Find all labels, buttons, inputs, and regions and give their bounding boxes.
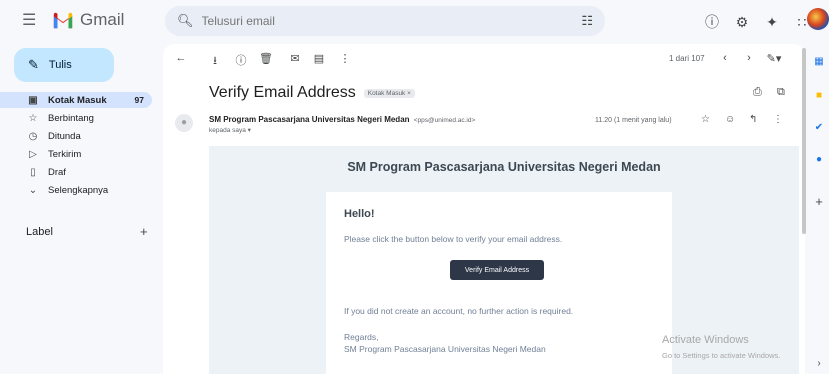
draft-icon: ▯ [30,166,36,178]
tasks-icon[interactable]: ✔ [813,122,825,133]
delete-icon[interactable]: 🗑︎ [259,52,273,65]
help-icon[interactable]: ⓘ [704,12,720,32]
keep-icon[interactable]: ■ [813,90,825,101]
message-more-icon[interactable]: ⋮ [773,114,783,125]
gemini-icon[interactable]: ✦ [764,14,780,31]
message-subject: Verify Email Address [209,84,356,101]
compose-label: Tulis [48,59,72,71]
sender-line: SM Program Pascasarjana Universitas Nege… [209,115,475,124]
unread-count: 97 [134,95,144,105]
back-arrow-icon[interactable]: ← [175,52,187,64]
more-options-icon[interactable]: ⋮ [339,52,351,65]
gmail-logo[interactable]: Gmail [52,10,124,30]
email-card: Hello! Please click the button below to … [326,192,672,374]
recipient-dropdown[interactable]: kepada saya ▾ [209,126,251,134]
email-signature: SM Program Pascasarjana Universitas Nege… [344,344,546,354]
add-label-icon[interactable]: + [140,224,148,239]
sidebar: ✎ Tulis ▣ Kotak Masuk 97 ☆ Berbintang ◷ … [0,48,160,374]
search-input[interactable] [201,14,582,28]
star-icon: ☆ [28,112,38,124]
message-time: 11.20 (1 menit yang lalu) [595,117,672,124]
input-tools-icon[interactable]: ✎▾ [765,52,783,65]
sidebar-nav: ▣ Kotak Masuk 97 ☆ Berbintang ◷ Ditunda … [0,92,160,200]
email-greeting: Hello! [344,208,375,220]
move-to-icon[interactable]: ▤ [313,52,325,65]
contacts-icon[interactable]: ● [813,154,825,165]
expand-panel-icon[interactable]: › [813,358,825,369]
open-new-window-icon[interactable]: ⧉ [777,86,785,99]
scrollbar[interactable] [802,48,806,234]
message-toolbar: ← ⭳ ⓘ 🗑︎ ✉ ▤ ⋮ 1 dari 107 ‹ › ✎▾ [163,44,805,72]
archive-icon[interactable]: ⭳ [209,52,221,71]
next-icon[interactable]: › [743,52,755,64]
sidebar-item-label: Berbintang [48,112,94,124]
calendar-icon[interactable]: ▦ [813,56,825,67]
pencil-icon: ✎ [28,57,39,72]
add-addon-icon[interactable]: + [813,194,825,209]
sidebar-item-label: Kotak Masuk [48,94,107,106]
labels-heading: Label [26,226,53,238]
compose-button[interactable]: ✎ Tulis [14,48,114,82]
main-menu-icon[interactable]: ☰ [22,13,38,29]
activate-windows-title: Activate Windows [662,334,749,346]
search-icon[interactable]: 🔍︎ [177,13,194,29]
search-bar[interactable]: 🔍︎ ☷ [165,6,605,36]
print-icon[interactable]: ⎙ [753,86,762,99]
activate-windows-subtitle: Go to Settings to activate Windows. [662,351,781,360]
email-disclaimer: If you did not create an account, no fur… [344,306,574,316]
prev-icon[interactable]: ‹ [719,52,731,64]
search-options-icon[interactable]: ☷ [581,13,593,29]
sender-avatar: ● [175,114,193,132]
reply-icon[interactable]: ↰ [749,114,757,125]
sidebar-item-more[interactable]: ⌄ Selengkapnya [0,182,160,198]
gmail-wordmark: Gmail [80,10,125,29]
settings-icon[interactable]: ⚙ [734,14,750,31]
sidebar-item-drafts[interactable]: ▯ Draf [0,164,160,180]
top-bar: ☰ Gmail 🔍︎ ☷ ⓘ ⚙ ✦ ∷ [0,0,829,48]
side-panel: ▦ ■ ✔ ● + › [809,44,829,374]
report-spam-icon[interactable]: ⓘ [235,52,247,68]
star-icon[interactable]: ☆ [701,114,710,125]
sidebar-item-sent[interactable]: ▷ Terkirim [0,146,160,162]
subject-row: Verify Email Address Kotak Masuk × [209,84,415,102]
sidebar-item-snoozed[interactable]: ◷ Ditunda [0,128,160,144]
gmail-m-icon [53,12,73,29]
sidebar-item-label: Ditunda [48,130,81,142]
mark-unread-icon[interactable]: ✉ [289,52,301,65]
chevron-down-icon: ⌄ [28,184,38,196]
inbox-icon: ▣ [28,94,38,106]
sidebar-item-starred[interactable]: ☆ Berbintang [0,110,160,126]
email-regards: Regards, [344,332,379,342]
sidebar-item-label: Selengkapnya [48,184,109,196]
verify-email-button[interactable]: Verify Email Address [450,260,544,280]
email-instruction: Please click the button below to verify … [344,234,563,244]
sender-address: <pps@unimed.ac.id> [413,117,476,124]
inbox-label-chip[interactable]: Kotak Masuk × [363,88,415,98]
email-header: SM Program Pascasarjana Universitas Nege… [347,160,661,174]
emoji-react-icon[interactable]: ☺ [725,114,735,125]
sidebar-item-label: Terkirim [48,148,82,160]
sidebar-item-label: Draf [48,166,66,178]
top-actions: ⓘ ⚙ ✦ ∷ [704,12,810,32]
account-avatar[interactable] [807,8,829,30]
clock-icon: ◷ [28,130,38,142]
send-icon: ▷ [29,148,37,160]
message-panel: ← ⭳ ⓘ 🗑︎ ✉ ▤ ⋮ 1 dari 107 ‹ › ✎▾ Verify … [163,44,805,374]
sender-name: SM Program Pascasarjana Universitas Nege… [209,115,410,124]
pagination-label: 1 dari 107 [669,54,705,63]
sidebar-item-inbox[interactable]: ▣ Kotak Masuk 97 [0,92,152,108]
